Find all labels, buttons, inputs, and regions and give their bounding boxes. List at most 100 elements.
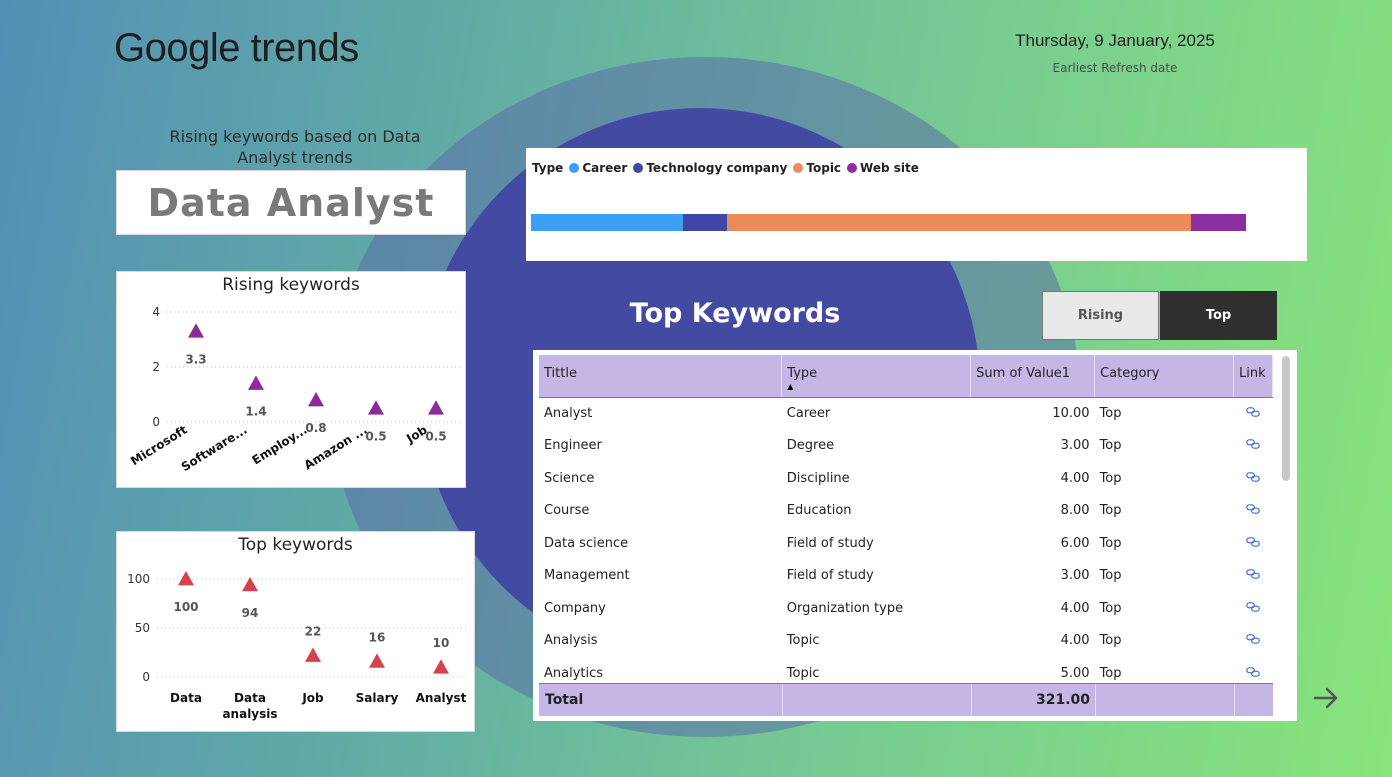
cell-category: Top bbox=[1099, 470, 1122, 486]
cell-link[interactable] bbox=[1233, 430, 1272, 463]
data-label: 22 bbox=[305, 624, 322, 638]
cell-title: Analytics bbox=[544, 665, 604, 681]
stacked-bar-segment[interactable] bbox=[683, 214, 728, 231]
cell-link[interactable] bbox=[1233, 527, 1272, 560]
x-category-label: Software... bbox=[179, 423, 250, 474]
data-label: 10 bbox=[433, 636, 450, 650]
table-row[interactable]: Company Organization type 4.00 Top bbox=[539, 592, 1273, 625]
table-row[interactable]: Analyst Career 10.00 Top bbox=[539, 397, 1273, 430]
top-keywords-chart: Top keywords 100 50 0 100 Data 94 Data analysis… bbox=[116, 531, 475, 732]
data-point-marker[interactable] bbox=[188, 323, 204, 338]
cell-link[interactable] bbox=[1233, 657, 1272, 683]
cell-sum: 4.00 bbox=[1060, 470, 1090, 486]
table-scrollbar[interactable] bbox=[1282, 356, 1290, 481]
cell-category: Top bbox=[1099, 633, 1122, 649]
link-icon[interactable] bbox=[1246, 601, 1260, 612]
legend-item[interactable]: Technology company bbox=[633, 161, 787, 175]
keyword-card: Data Analyst bbox=[116, 170, 466, 235]
table-viewport[interactable]: Tittle Type ▲ Sum of Value1 Category Link… bbox=[533, 350, 1278, 683]
data-label: 0.5 bbox=[425, 429, 446, 443]
legend-item[interactable]: Topic bbox=[793, 161, 841, 175]
link-icon[interactable] bbox=[1246, 536, 1260, 547]
arrow-right-icon[interactable] bbox=[1312, 684, 1340, 720]
cell-link[interactable] bbox=[1233, 397, 1272, 430]
column-header-category[interactable]: Category bbox=[1094, 355, 1234, 398]
column-header-sum[interactable]: Sum of Value1 bbox=[970, 355, 1096, 398]
link-icon[interactable] bbox=[1246, 439, 1260, 450]
cell-sum: 4.00 bbox=[1060, 633, 1090, 649]
cell-category: Top bbox=[1099, 665, 1122, 681]
cell-type: Career bbox=[786, 406, 831, 421]
cell-type: Degree bbox=[786, 438, 835, 454]
table-row[interactable]: Course Education 8.00 Top bbox=[539, 495, 1273, 528]
legend-item[interactable]: Web site bbox=[847, 161, 919, 175]
cell-link[interactable] bbox=[1233, 462, 1272, 495]
link-icon[interactable] bbox=[1246, 569, 1260, 580]
cell-type: Topic bbox=[786, 633, 820, 649]
top-keywords-table: Tittle Type ▲ Sum of Value1 Category Link… bbox=[539, 355, 1274, 683]
table-row[interactable]: Analysis Topic 4.00 Top bbox=[539, 625, 1273, 658]
rising-keywords-chart: Rising keywords 4 2 0 3.3 Microsoft 1.4 Softwa… bbox=[116, 271, 466, 488]
data-label: 1.4 bbox=[245, 405, 266, 419]
stacked-bar-segment[interactable] bbox=[727, 214, 1192, 231]
rising-chart-svg: 4203.3Microsoft1.4Software... 0.8Employ..… bbox=[128, 305, 462, 474]
legend-label: Technology company bbox=[646, 161, 788, 175]
link-icon[interactable] bbox=[1246, 407, 1260, 417]
cell-link[interactable] bbox=[1233, 560, 1272, 593]
cell-sum: 10.00 bbox=[1052, 406, 1090, 421]
table-row[interactable]: Engineer Degree 3.00 Top bbox=[539, 430, 1273, 463]
stacked-bar-segment[interactable] bbox=[1191, 214, 1246, 231]
data-point-marker[interactable] bbox=[433, 659, 449, 674]
data-point-marker[interactable] bbox=[178, 571, 194, 586]
sort-ascending-icon: ▲ bbox=[787, 382, 794, 391]
legend-label: Topic bbox=[806, 161, 842, 175]
data-point-marker[interactable] bbox=[368, 400, 384, 415]
cell-category: Top bbox=[1099, 438, 1122, 454]
data-point-marker[interactable] bbox=[428, 400, 444, 415]
data-label: 100 bbox=[173, 600, 198, 614]
cell-sum: 6.00 bbox=[1060, 535, 1090, 551]
data-point-marker[interactable] bbox=[369, 653, 385, 668]
table-row[interactable]: Analytics Topic 5.00 Top bbox=[539, 657, 1273, 683]
link-icon[interactable] bbox=[1246, 504, 1260, 515]
data-point-marker[interactable] bbox=[242, 576, 258, 592]
page-title: Google trends bbox=[114, 26, 359, 71]
table-total-row: Total 321.00 bbox=[539, 683, 1273, 716]
cell-sum: 5.00 bbox=[1060, 665, 1090, 681]
cell-link[interactable] bbox=[1233, 592, 1272, 625]
cell-type: Organization type bbox=[786, 600, 904, 616]
cell-title: Analyst bbox=[544, 406, 593, 421]
cell-title: Analysis bbox=[544, 633, 598, 649]
y-tick-label: 100 bbox=[127, 572, 150, 586]
cell-type: Education bbox=[786, 503, 852, 519]
cell-link[interactable] bbox=[1233, 495, 1272, 528]
type-breakdown-card: Type Career Technology company Topic Web si… bbox=[526, 148, 1307, 261]
cell-title: Science bbox=[544, 470, 595, 486]
cell-link[interactable] bbox=[1233, 625, 1272, 658]
x-category-label: Job bbox=[301, 691, 324, 705]
table-row[interactable]: Management Field of study 3.00 Top bbox=[539, 560, 1273, 593]
legend-item[interactable]: Career bbox=[569, 161, 627, 175]
column-header-type[interactable]: Type ▲ bbox=[781, 355, 972, 398]
column-header-title[interactable]: Tittle bbox=[539, 355, 783, 398]
column-header-link[interactable]: Link bbox=[1233, 355, 1274, 398]
type-stacked-bar bbox=[531, 214, 1246, 231]
type-legend: Type Career Technology company Topic Web si… bbox=[532, 161, 919, 175]
table-body: Analyst Career 10.00 Top Engineer Degree 3.00 T… bbox=[539, 397, 1273, 683]
cell-sum: 8.00 bbox=[1060, 503, 1090, 519]
x-category-label: Data bbox=[170, 691, 202, 705]
rising-subtitle: Rising keywords based on Data Analyst tr… bbox=[169, 127, 421, 167]
data-point-marker[interactable] bbox=[308, 392, 324, 407]
legend-title: Type bbox=[532, 161, 564, 175]
top-toggle-button[interactable]: Top bbox=[1160, 291, 1277, 340]
rising-toggle-button[interactable]: Rising bbox=[1042, 291, 1159, 340]
table-row[interactable]: Science Discipline 4.00 Top bbox=[539, 462, 1273, 495]
data-point-marker[interactable] bbox=[305, 647, 321, 662]
cell-title: Management bbox=[544, 568, 630, 584]
link-icon[interactable] bbox=[1246, 471, 1260, 482]
link-icon[interactable] bbox=[1246, 666, 1260, 677]
stacked-bar-segment[interactable] bbox=[531, 214, 684, 231]
link-icon[interactable] bbox=[1246, 634, 1260, 645]
table-row[interactable]: Data science Field of study 6.00 Top bbox=[539, 527, 1273, 560]
data-point-marker[interactable] bbox=[248, 375, 264, 390]
